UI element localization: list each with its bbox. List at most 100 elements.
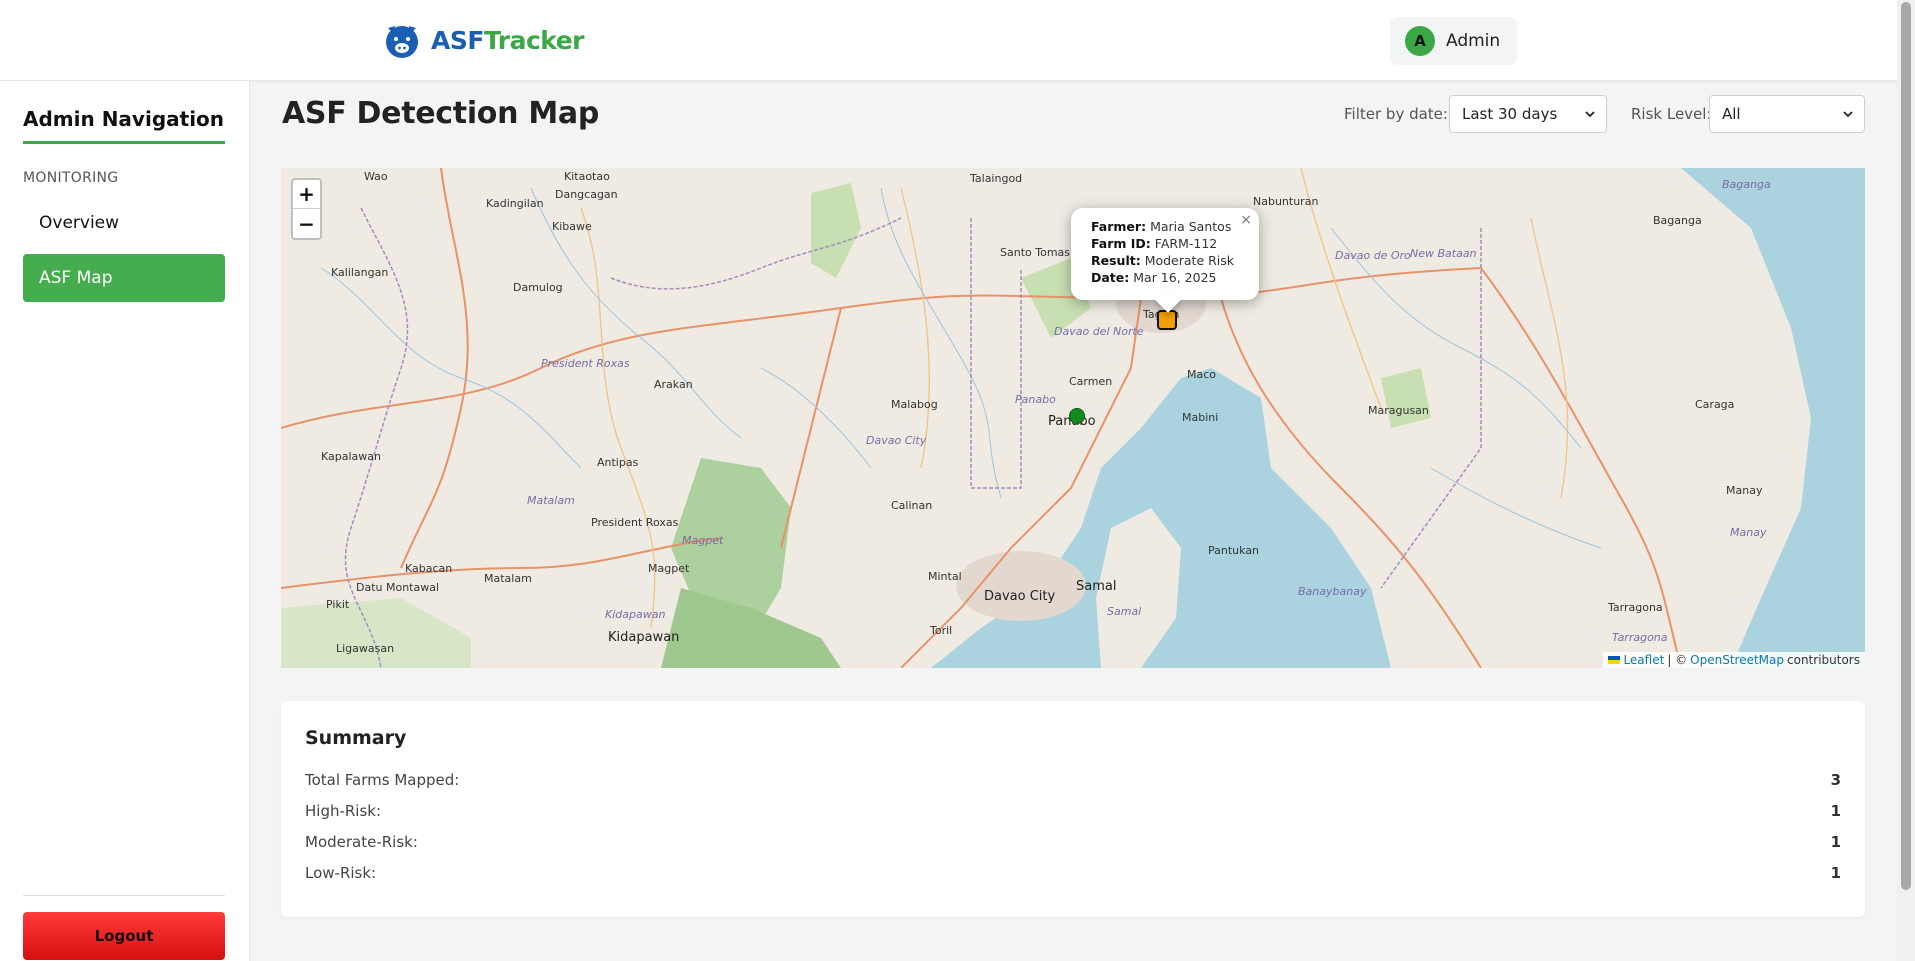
moderate-risk-marker[interactable] bbox=[1157, 310, 1177, 330]
zoom-in-button[interactable]: + bbox=[293, 180, 320, 209]
urban-area bbox=[956, 551, 1086, 621]
asf-detection-map[interactable]: Wao Kitaotao Dangcagan Kadingilan Kibawe… bbox=[281, 168, 1865, 668]
scrollbar-thumb[interactable] bbox=[1901, 2, 1911, 890]
map-place-label: Caraga bbox=[1695, 398, 1735, 411]
map-region-label: Magpet bbox=[682, 534, 724, 547]
popup-result-row: Result: Moderate Risk bbox=[1091, 252, 1259, 269]
brand-name: ASFTracker bbox=[431, 25, 585, 55]
map-place-label: Kabacan bbox=[405, 562, 453, 575]
summary-row-high-risk: High-Risk: 1 bbox=[305, 802, 1841, 824]
user-name: Admin bbox=[1446, 31, 1501, 51]
attribution-separator: | © bbox=[1667, 653, 1688, 667]
map-place-label: Kadingilan bbox=[486, 197, 544, 210]
map-place-label: Davao City bbox=[984, 589, 1056, 604]
map-place-label: Calinan bbox=[891, 499, 933, 512]
map-place-label: Dangcagan bbox=[555, 188, 618, 201]
map-place-label: Toril bbox=[930, 624, 953, 637]
map-region-label: Baganga bbox=[1722, 178, 1771, 191]
summary-label: Low-Risk: bbox=[305, 864, 377, 882]
brand-name-part2: Tracker bbox=[483, 25, 585, 55]
map-region-label: Davao de Oro bbox=[1335, 249, 1411, 262]
sidebar-item-label: Overview bbox=[39, 213, 120, 233]
popup-farmer-value: Maria Santos bbox=[1150, 219, 1232, 234]
map-region-label: Kidapawan bbox=[605, 608, 666, 621]
popup-farm-id-value: FARM-112 bbox=[1154, 236, 1218, 251]
farm-info-popup: × Farmer: Maria Santos Farm ID: FARM-112… bbox=[1071, 208, 1259, 313]
openstreetmap-link[interactable]: OpenStreetMap bbox=[1690, 653, 1784, 667]
map-place-label: President Roxas bbox=[591, 516, 679, 529]
map-region-label: Manay bbox=[1730, 526, 1767, 539]
zoom-control: + − bbox=[291, 178, 322, 240]
summary-row-total: Total Farms Mapped: 3 bbox=[305, 771, 1841, 793]
map-place-label: Ligawasan bbox=[336, 642, 395, 655]
map-place-label: Wao bbox=[364, 170, 388, 183]
map-place-label: Antipas bbox=[597, 456, 639, 469]
summary-value: 1 bbox=[1830, 802, 1841, 820]
map-place-label: Tarragona bbox=[1608, 601, 1663, 614]
close-icon[interactable]: × bbox=[1240, 212, 1252, 229]
chevron-down-icon bbox=[1843, 111, 1853, 118]
map-place-label: Pikit bbox=[326, 598, 350, 611]
summary-row-moderate-risk: Moderate-Risk: 1 bbox=[305, 833, 1841, 855]
low-risk-marker[interactable] bbox=[1069, 408, 1085, 424]
map-place-label: Santo Tomas bbox=[1000, 246, 1071, 259]
map-place-label: Damulog bbox=[513, 281, 563, 294]
map-place-label: Kalilangan bbox=[331, 266, 389, 279]
summary-label: High-Risk: bbox=[305, 802, 382, 820]
sidebar-divider bbox=[23, 895, 225, 896]
map-place-label: Talaingod bbox=[970, 172, 1023, 185]
map-place-label: Kitaotao bbox=[564, 170, 610, 183]
map-place-label: Pantukan bbox=[1208, 544, 1260, 557]
logout-button[interactable]: Logout bbox=[23, 912, 225, 960]
sidebar-item-overview[interactable]: Overview bbox=[23, 199, 225, 247]
map-place-label: Manay bbox=[1726, 484, 1763, 497]
map-place-label: Arakan bbox=[654, 378, 693, 391]
map-place-label: Nabunturan bbox=[1253, 195, 1319, 208]
brand[interactable]: ASFTracker bbox=[383, 20, 585, 60]
risk-filter-select[interactable]: All bbox=[1709, 95, 1865, 133]
summary-card: Summary Total Farms Mapped: 3 High-Risk:… bbox=[281, 701, 1865, 917]
map-region-label: President Roxas bbox=[541, 357, 630, 370]
popup-farmer-label: Farmer: bbox=[1091, 219, 1147, 234]
map-region-label: Tarragona bbox=[1612, 631, 1668, 644]
user-menu[interactable]: A Admin bbox=[1390, 17, 1518, 65]
map-region-label: Banaybanay bbox=[1298, 585, 1367, 598]
popup-date-row: Date: Mar 16, 2025 bbox=[1091, 269, 1259, 286]
map-place-label: Datu Montawal bbox=[356, 581, 440, 594]
map-region-label: New Bataan bbox=[1410, 247, 1477, 260]
popup-farm-id-label: Farm ID: bbox=[1091, 236, 1151, 251]
avatar: A bbox=[1405, 26, 1435, 56]
brand-name-part1: ASF bbox=[431, 25, 484, 55]
map-place-label: Carmen bbox=[1069, 375, 1113, 388]
ukraine-flag-icon bbox=[1608, 656, 1621, 664]
sidebar: Admin Navigation MONITORING Overview ASF… bbox=[0, 81, 250, 961]
popup-date-value: Mar 16, 2025 bbox=[1133, 270, 1217, 285]
popup-farmer-row: Farmer: Maria Santos bbox=[1091, 218, 1259, 235]
page-scrollbar[interactable] bbox=[1897, 0, 1915, 961]
map-place-label: Mabini bbox=[1182, 411, 1219, 424]
popup-result-label: Result: bbox=[1091, 253, 1141, 268]
date-filter-value: Last 30 days bbox=[1462, 105, 1558, 123]
page-title: ASF Detection Map bbox=[282, 96, 599, 131]
summary-value: 1 bbox=[1830, 864, 1841, 882]
summary-title: Summary bbox=[305, 727, 407, 749]
pig-logo-icon bbox=[386, 26, 418, 58]
map-attribution: Leaflet | © OpenStreetMap contributors bbox=[1603, 652, 1865, 668]
summary-label: Total Farms Mapped: bbox=[305, 771, 460, 789]
map-place-label: Maragusan bbox=[1368, 404, 1429, 417]
leaflet-link[interactable]: Leaflet bbox=[1623, 653, 1664, 667]
sidebar-item-label: ASF Map bbox=[39, 268, 113, 288]
map-place-label: Malabog bbox=[891, 398, 938, 411]
sidebar-item-asf-map[interactable]: ASF Map bbox=[23, 254, 225, 302]
map-region-label: Panabo bbox=[1015, 393, 1056, 406]
map-place-label: Baganga bbox=[1653, 214, 1702, 227]
map-place-label: Samal bbox=[1076, 579, 1117, 594]
risk-filter-label: Risk Level: bbox=[1631, 105, 1712, 123]
map-place-label: Kibawe bbox=[552, 220, 592, 233]
sidebar-title-underline bbox=[23, 141, 225, 144]
risk-filter-value: All bbox=[1722, 105, 1741, 123]
zoom-out-button[interactable]: − bbox=[293, 209, 320, 238]
map-place-label: Magpet bbox=[648, 562, 690, 575]
map-place-label: Matalam bbox=[484, 572, 532, 585]
date-filter-select[interactable]: Last 30 days bbox=[1449, 95, 1607, 133]
